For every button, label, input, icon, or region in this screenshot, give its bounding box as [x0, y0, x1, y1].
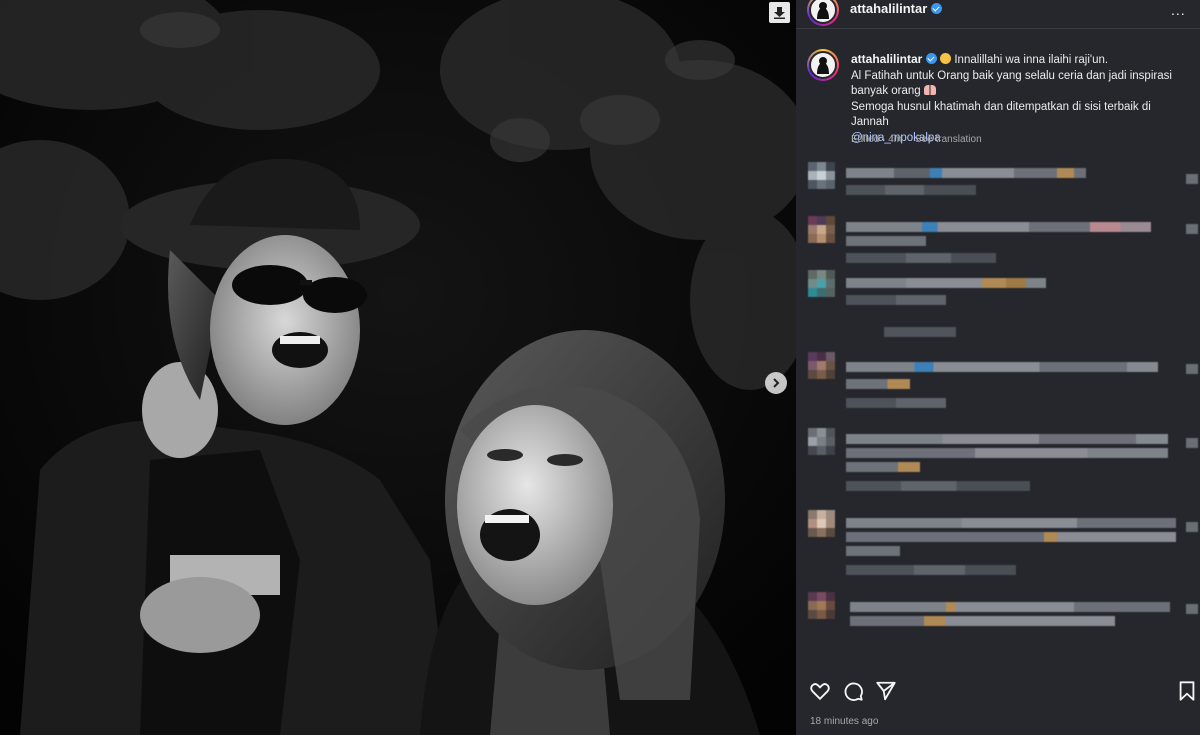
- comment-text-blurred: [846, 448, 1168, 458]
- comment-avatar[interactable]: [808, 162, 836, 190]
- comment-icon[interactable]: [842, 680, 864, 702]
- comment-like-icon[interactable]: [1186, 224, 1198, 234]
- post-header: attahalilintar ...: [796, 0, 1200, 28]
- caption-text: attahalilintar Innalillahi wa inna ilaihi…: [851, 52, 1191, 146]
- header-divider: [796, 28, 1200, 29]
- comment-avatar[interactable]: [808, 592, 836, 620]
- chevron-right-icon: [773, 378, 780, 388]
- comment-text-blurred: [846, 278, 1046, 288]
- caption-author-avatar[interactable]: [807, 49, 839, 81]
- comment-text-blurred: [846, 362, 1158, 372]
- comment-avatar[interactable]: [808, 270, 836, 298]
- download-icon: [774, 7, 785, 19]
- comment-text-blurred: [850, 602, 1170, 612]
- comment-avatar[interactable]: [808, 428, 836, 456]
- see-translation-link[interactable]: See translation: [915, 134, 982, 145]
- comment-text-blurred: [846, 379, 910, 389]
- comment-meta-blurred: [846, 565, 1016, 575]
- comment-meta-blurred: [846, 295, 946, 305]
- comment-meta-blurred: [846, 481, 1030, 491]
- heart-icon[interactable]: [809, 680, 831, 702]
- comment-text-blurred: [846, 546, 900, 556]
- comment-text-blurred: [846, 168, 1086, 178]
- post-actions: [796, 676, 1200, 706]
- comment-text-blurred: [846, 462, 920, 472]
- comment-avatar[interactable]: [808, 510, 836, 538]
- comment-text-blurred: [846, 532, 1176, 542]
- author-username[interactable]: attahalilintar: [850, 1, 943, 16]
- next-media-button[interactable]: [765, 372, 787, 394]
- more-options-icon[interactable]: ...: [1171, 2, 1186, 18]
- caption-line-1: Innalillahi wa inna ilaihi raji'un.: [954, 54, 1109, 66]
- avatar-image: [817, 57, 829, 74]
- sad-face-emoji-icon: [940, 53, 952, 64]
- comment-text-blurred: [846, 518, 1176, 528]
- edited-timestamp: Edited · 4m: [851, 134, 903, 145]
- comment-text-blurred: [846, 222, 1151, 232]
- comment-text-blurred: [846, 434, 1168, 444]
- comments-list[interactable]: [796, 150, 1200, 670]
- comment-meta-blurred: [846, 398, 946, 408]
- comment-avatar[interactable]: [808, 216, 836, 244]
- comment-text-blurred: [846, 236, 926, 246]
- caption-line-2: Al Fatihah untuk Orang baik yang selalu …: [851, 69, 1172, 98]
- verified-badge-icon: [926, 53, 938, 64]
- bookmark-icon[interactable]: [1176, 680, 1198, 702]
- post-sidebar: attahalilintar ... attahalilintar Innalil…: [796, 0, 1200, 735]
- comment-like-icon[interactable]: [1186, 364, 1198, 374]
- download-button[interactable]: [769, 2, 790, 23]
- comment-meta-blurred: [846, 253, 996, 263]
- view-replies-blurred[interactable]: [884, 327, 956, 337]
- post-timestamp[interactable]: 18 minutes ago: [810, 716, 878, 727]
- post-photo: [0, 0, 796, 735]
- send-icon[interactable]: [875, 680, 897, 702]
- verified-badge-icon: [931, 3, 943, 14]
- comment-text-blurred: [850, 616, 1115, 626]
- caption-username[interactable]: attahalilintar: [851, 52, 922, 66]
- caption-line-3: Semoga husnul khatimah dan ditempatkan d…: [851, 100, 1151, 129]
- praying-hands-emoji-icon: [923, 85, 936, 95]
- caption-meta: Edited · 4m See translation: [851, 134, 992, 145]
- comment-like-icon[interactable]: [1186, 438, 1198, 448]
- comment-meta-blurred: [846, 185, 976, 195]
- comment-like-icon[interactable]: [1186, 522, 1198, 532]
- author-avatar[interactable]: [807, 0, 839, 26]
- comment-like-icon[interactable]: [1186, 604, 1198, 614]
- post-media[interactable]: [0, 0, 796, 735]
- comment-like-icon[interactable]: [1186, 174, 1198, 184]
- comment-avatar[interactable]: [808, 352, 836, 380]
- avatar-image: [817, 2, 829, 19]
